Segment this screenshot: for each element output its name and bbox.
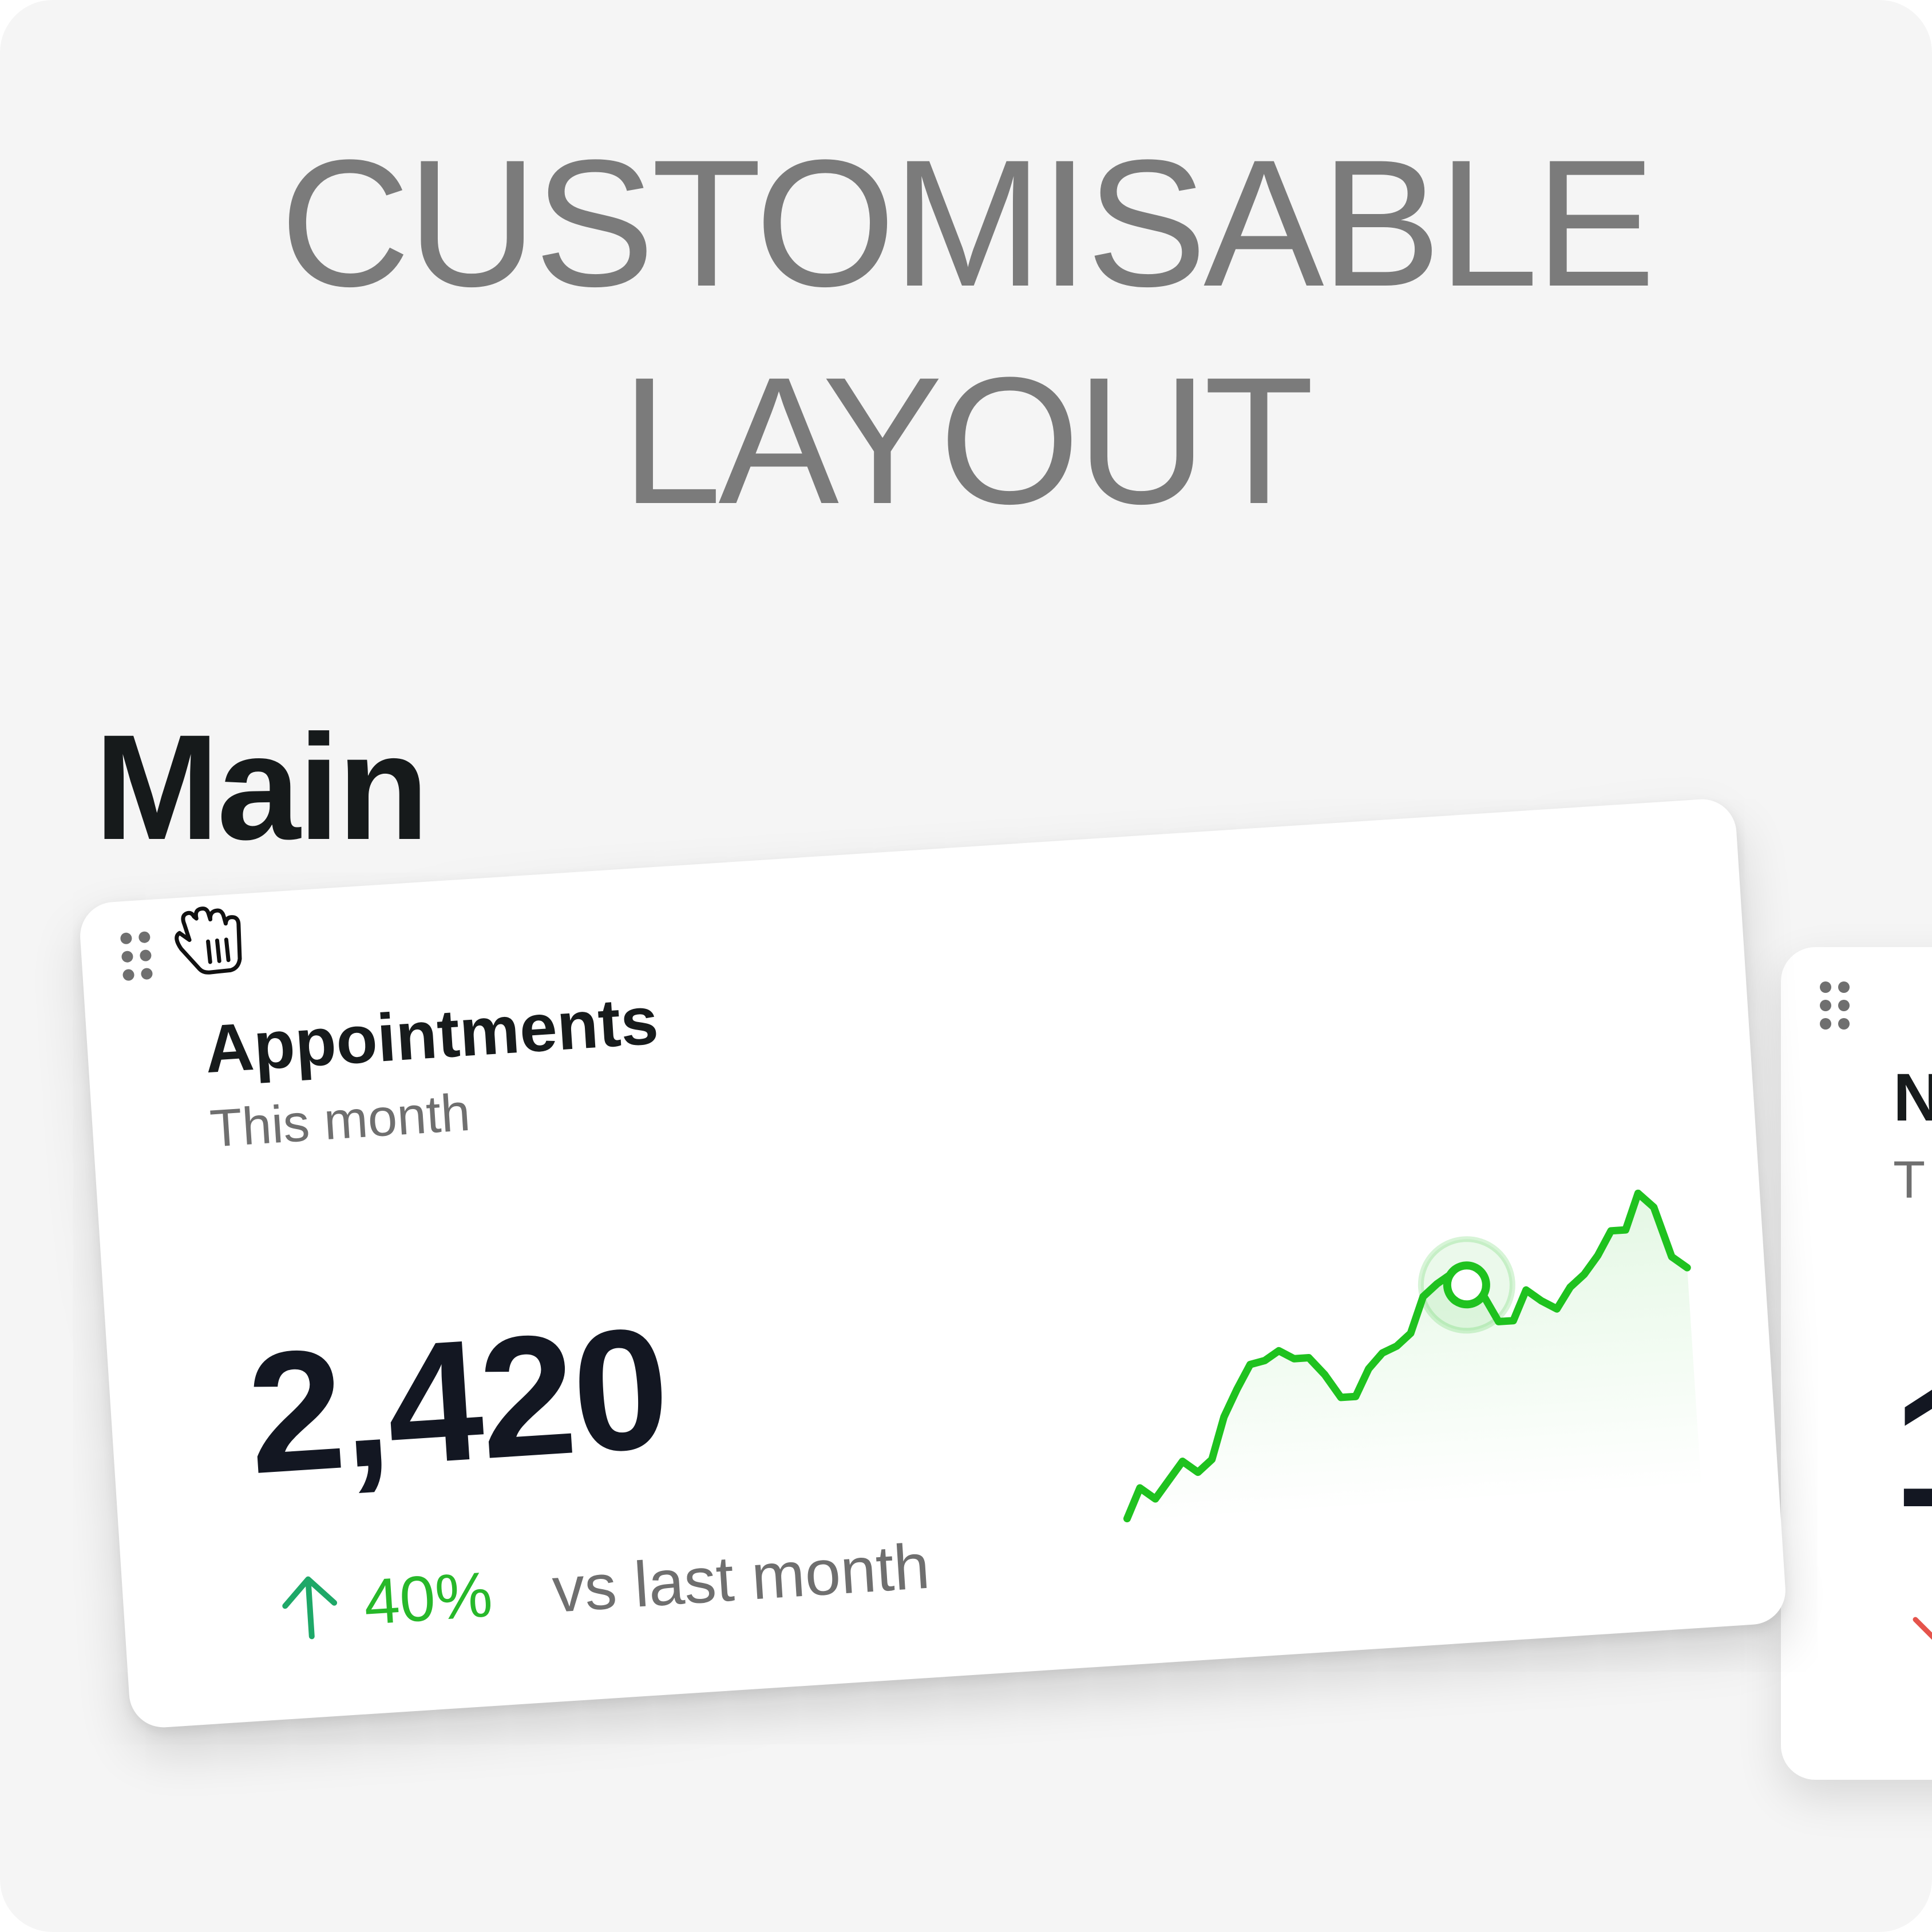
arrow-down-icon [1913, 1617, 1932, 1640]
card-subtitle: This month [208, 1083, 472, 1158]
page-canvas: CUSTOMISABLE LAYOUT Main N T 1 Appointme… [0, 0, 1932, 1932]
trend-indicator: 40% vs last month [276, 1530, 932, 1645]
trend-percent: 40% [362, 1558, 494, 1638]
next-card-value: 1 [1893, 1348, 1932, 1546]
grab-cursor-icon [175, 906, 242, 975]
appointments-sparkline-chart [1123, 1189, 1702, 1525]
next-card-subtitle: T [1893, 1151, 1926, 1209]
headline-line-2: LAYOUT [621, 339, 1315, 541]
next-card-title: N [1893, 1060, 1932, 1135]
next-widget-card[interactable]: N T 1 [1781, 947, 1932, 1780]
page-headline: CUSTOMISABLE LAYOUT [0, 114, 1932, 549]
section-title: Main [94, 703, 429, 871]
headline-line-1: CUSTOMISABLE [279, 122, 1656, 324]
drag-handle-icon[interactable] [120, 931, 158, 985]
sparkline-hover-marker[interactable] [1443, 1261, 1490, 1309]
card-title: Appointments [203, 983, 661, 1088]
drag-handle-icon[interactable] [1820, 981, 1854, 1033]
trend-label: vs last month [550, 1530, 932, 1626]
metric-value: 2,420 [242, 1290, 672, 1510]
arrow-up-icon [282, 1576, 338, 1640]
appointments-widget-card[interactable]: Appointments This month 2,420 40% vs las… [78, 797, 1788, 1730]
